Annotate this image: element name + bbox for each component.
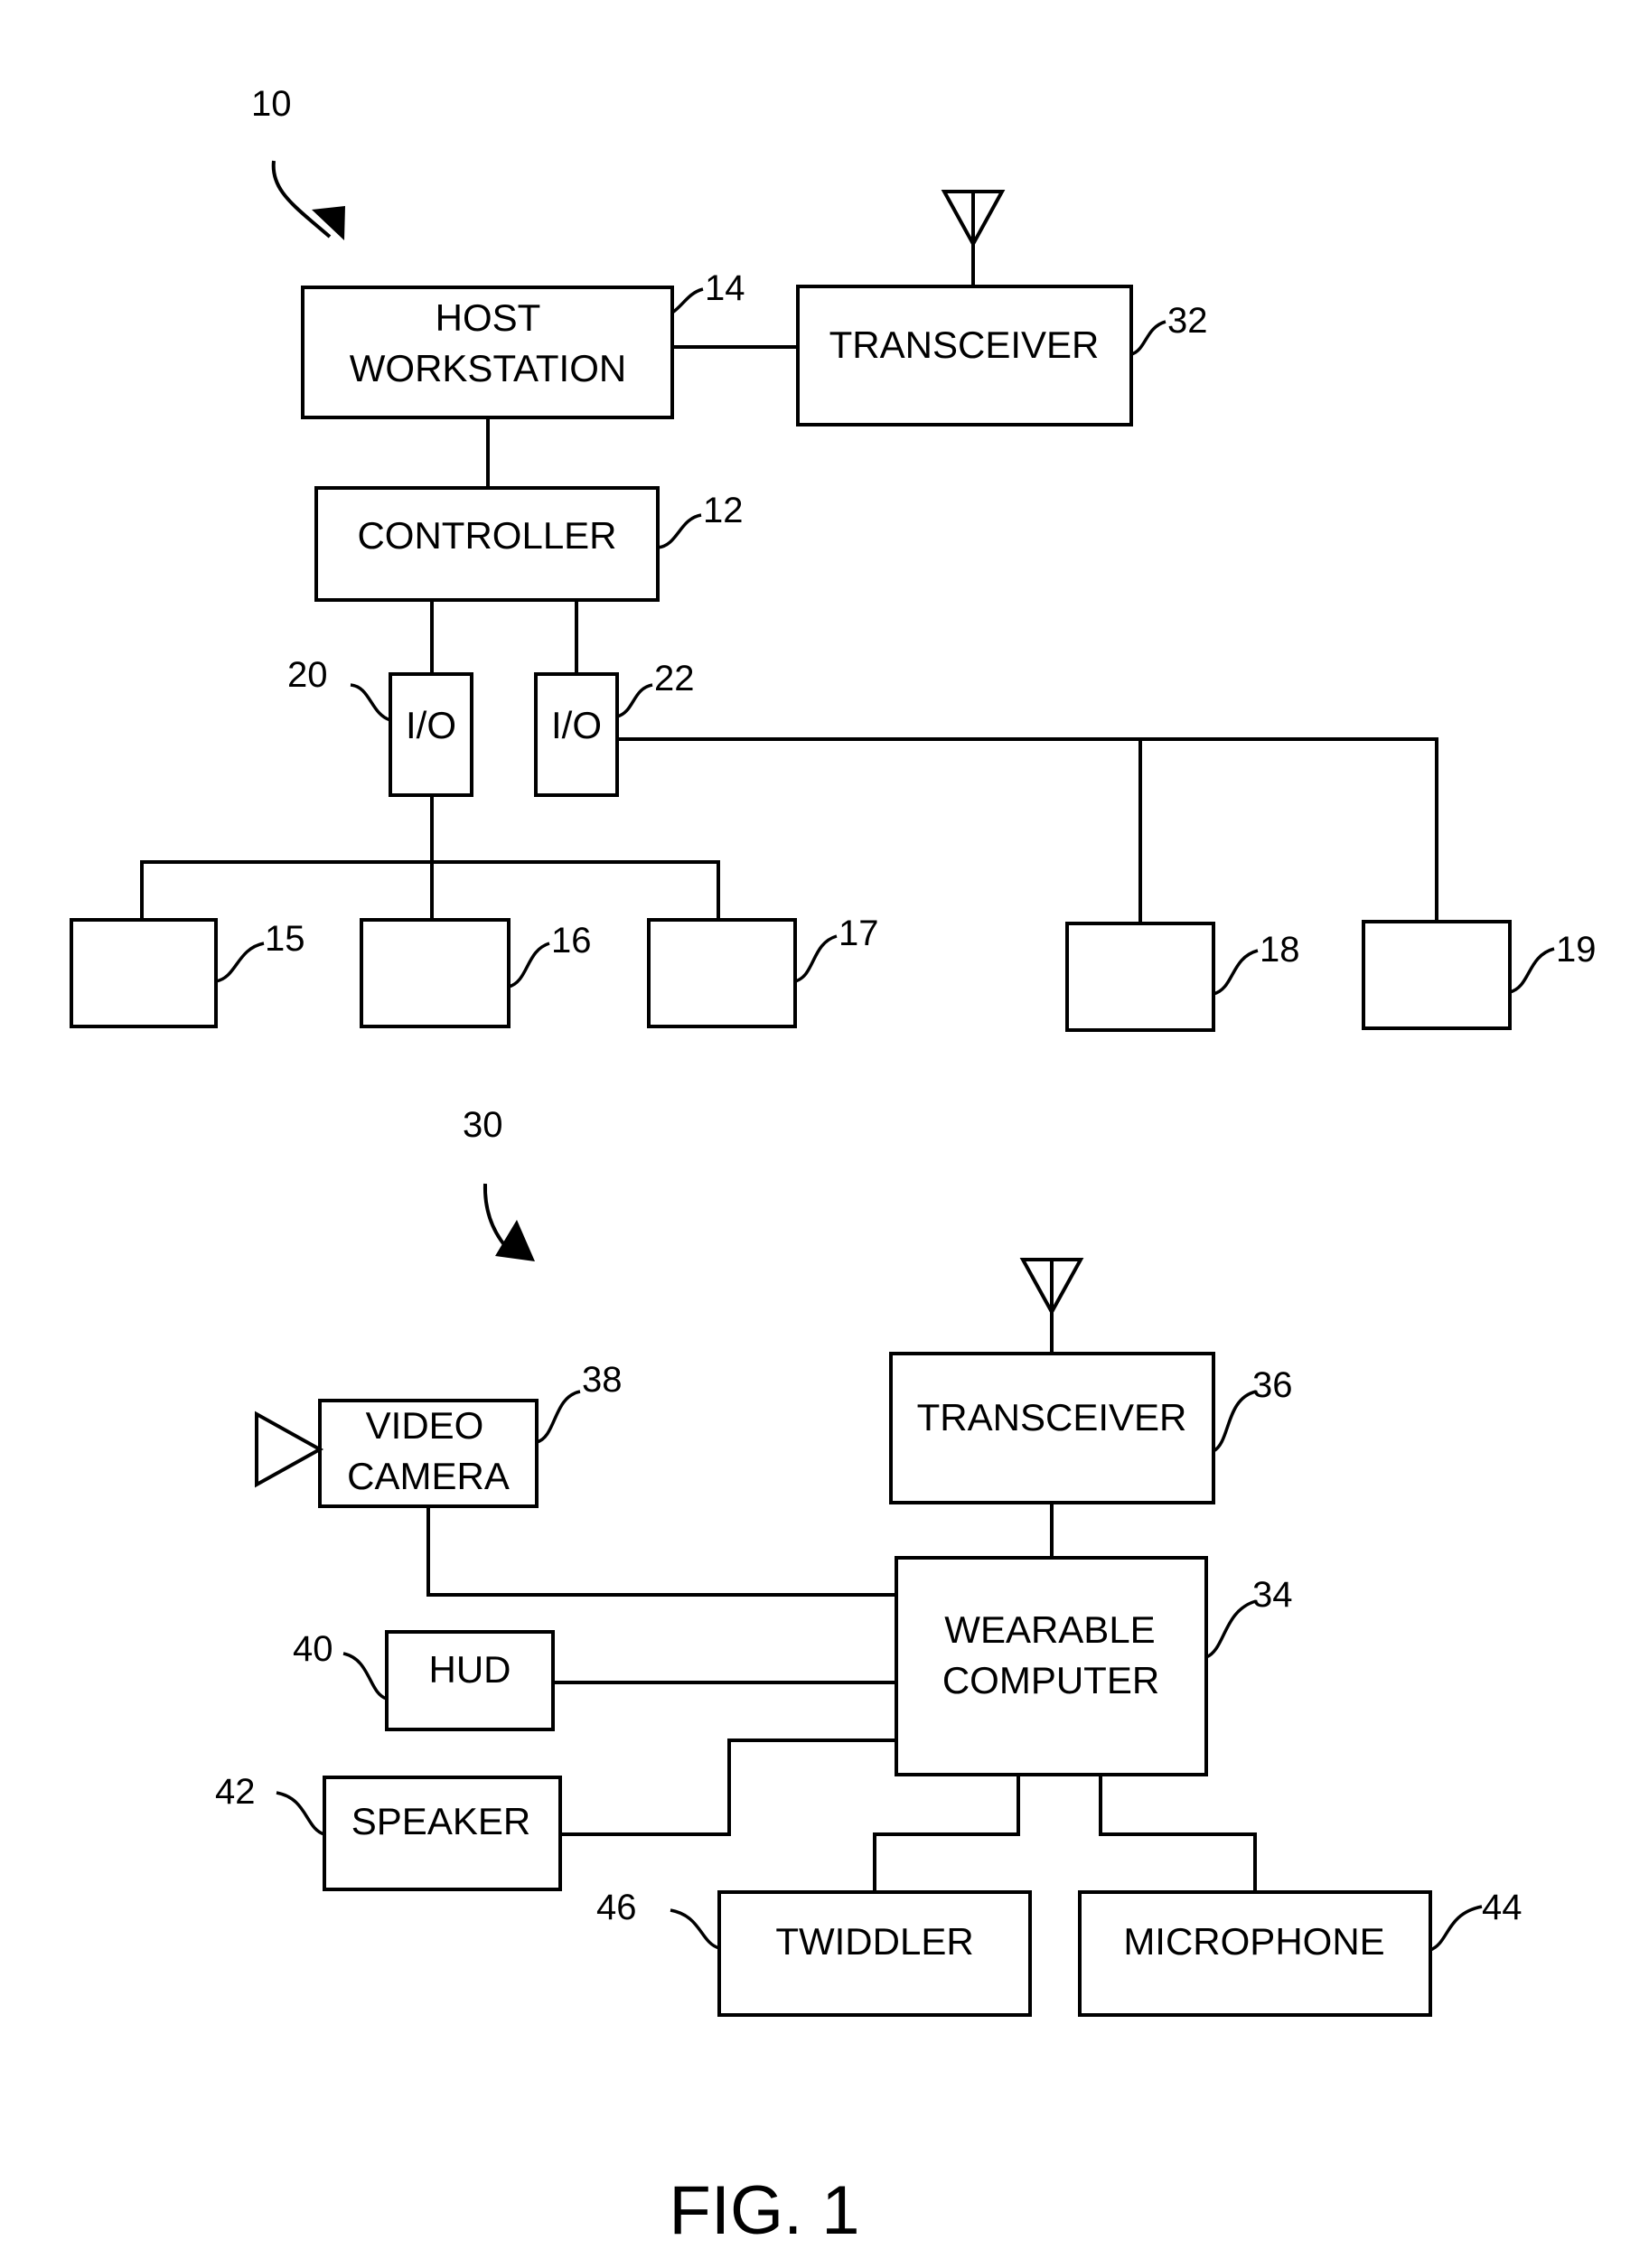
io-20-ref: 20 — [287, 655, 328, 695]
speaker-block: SPEAKER — [323, 1776, 562, 1891]
transceiver-36-block: TRANSCEIVER — [889, 1352, 1215, 1504]
hud-ref: 40 — [293, 1629, 333, 1669]
svg-text:TRANSCEIVER: TRANSCEIVER — [917, 1396, 1187, 1439]
device-18-block — [1065, 922, 1215, 1032]
microphone-wearable-link — [1099, 1775, 1257, 1892]
device-18-ref: 18 — [1260, 930, 1300, 970]
system-30-ref: 30 — [463, 1105, 503, 1145]
svg-text:I/O: I/O — [406, 704, 456, 746]
device-17-ref: 17 — [839, 914, 879, 953]
wearable-computer-ref: 34 — [1252, 1575, 1293, 1615]
device-16-block — [360, 918, 511, 1028]
io-22-block: I/O — [534, 672, 619, 797]
svg-text:TWIDDLER: TWIDDLER — [775, 1920, 973, 1963]
video-camera-ref: 38 — [582, 1360, 623, 1400]
system-10-arrow-icon — [271, 160, 345, 240]
figure-caption: FIG. 1 — [669, 2172, 859, 2249]
device-16-ref: 16 — [551, 921, 592, 961]
controller-ref: 12 — [703, 491, 744, 530]
svg-text:VIDEO: VIDEO — [366, 1404, 484, 1447]
svg-text:WORKSTATION: WORKSTATION — [350, 347, 626, 389]
io-22-bus — [617, 737, 1438, 923]
hud-block: HUD — [385, 1630, 555, 1731]
svg-text:HUD: HUD — [429, 1648, 511, 1691]
antenna-icon — [1019, 1258, 1084, 1354]
svg-text:CAMERA: CAMERA — [347, 1455, 510, 1497]
microphone-block: MICROPHONE — [1078, 1890, 1432, 2017]
svg-text:WEARABLE: WEARABLE — [944, 1608, 1155, 1651]
svg-text:MICROPHONE: MICROPHONE — [1123, 1920, 1384, 1963]
device-15-ref: 15 — [265, 919, 305, 959]
device-19-block — [1362, 920, 1512, 1030]
host-workstation-block: HOST WORKSTATION — [301, 286, 674, 419]
patent-diagram: 10 HOST WORKSTATION 14 TRANSCEIVER 32 CO… — [70, 84, 1597, 2249]
transceiver-32-block: TRANSCEIVER — [796, 285, 1133, 426]
svg-text:CONTROLLER: CONTROLLER — [357, 514, 616, 557]
device-19-ref: 19 — [1556, 930, 1597, 970]
host-workstation-ref: 14 — [705, 268, 745, 308]
twiddler-block: TWIDDLER — [717, 1890, 1032, 2017]
transceiver-36-ref: 36 — [1252, 1365, 1293, 1405]
system-10-ref: 10 — [251, 84, 292, 124]
device-15-block — [70, 918, 218, 1028]
device-17-block — [647, 918, 797, 1028]
twiddler-wearable-link — [873, 1775, 1020, 1892]
io-20-block: I/O — [389, 672, 473, 797]
svg-text:COMPUTER: COMPUTER — [942, 1659, 1159, 1701]
wearable-computer-block: WEARABLE COMPUTER — [895, 1556, 1208, 1776]
system-30-arrow-icon — [483, 1183, 535, 1261]
antenna-icon — [941, 190, 1006, 286]
svg-text:SPEAKER: SPEAKER — [351, 1800, 530, 1842]
speaker-ref: 42 — [215, 1772, 256, 1812]
controller-block: CONTROLLER — [314, 486, 660, 602]
camera-wearable-link — [426, 1506, 896, 1597]
twiddler-ref: 46 — [596, 1888, 637, 1927]
io-22-ref: 22 — [654, 659, 695, 698]
svg-text:TRANSCEIVER: TRANSCEIVER — [829, 323, 1100, 366]
io-20-bus — [140, 795, 720, 920]
camera-lens-icon — [255, 1410, 324, 1488]
svg-text:I/O: I/O — [551, 704, 602, 746]
svg-text:HOST: HOST — [436, 296, 541, 339]
microphone-ref: 44 — [1482, 1888, 1523, 1927]
video-camera-block: VIDEO CAMERA — [318, 1399, 539, 1508]
transceiver-32-ref: 32 — [1167, 301, 1208, 341]
speaker-wearable-link — [560, 1738, 896, 1836]
